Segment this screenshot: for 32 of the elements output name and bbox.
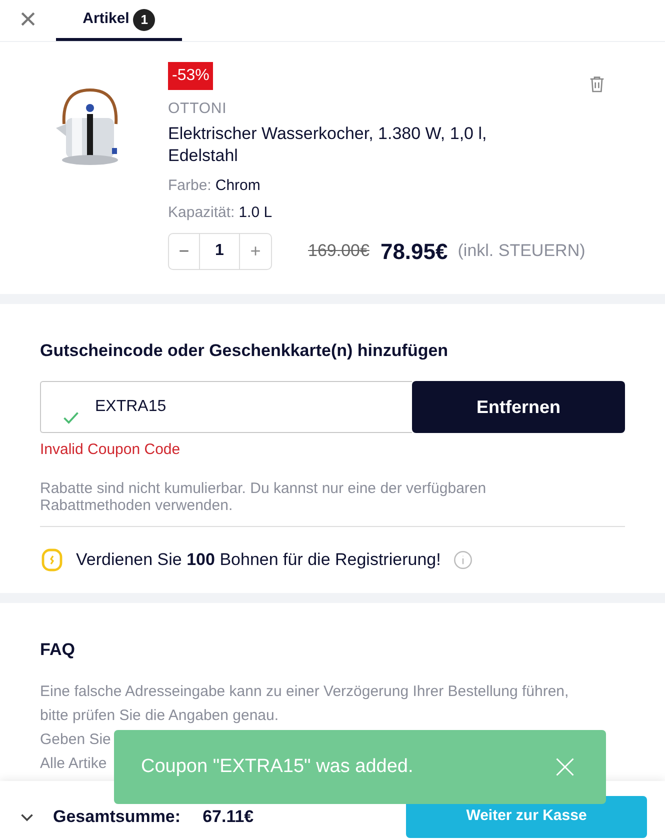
total-amount: 67.11€ <box>202 806 254 828</box>
old-price: 169.00€ <box>308 240 370 262</box>
quantity-field[interactable]: 1 <box>200 234 240 268</box>
faq-text: Alle Artike <box>40 754 107 774</box>
quantity-stepper[interactable]: − 1 + <box>168 232 272 270</box>
close-icon[interactable] <box>554 756 576 778</box>
info-icon[interactable] <box>452 550 473 570</box>
reward-text: Verdienen Sie 100 Bohnen für die Registrierung! <box>76 548 441 571</box>
attribute-value: 1.0 L <box>238 203 272 223</box>
error-message: Invalid Coupon Code <box>40 440 182 460</box>
attribute-label: Farbe: <box>168 176 212 196</box>
tax-note: (inkl. STEUERN) <box>458 240 586 262</box>
discount-note: Rabatte sind nicht kumulierbar. Du kannst nur eine der verfügbaren Rabattmethoden verwenden. <box>40 480 488 514</box>
attribute-label: Kapazität: <box>168 203 235 223</box>
count-badge: 1 <box>133 8 156 30</box>
remove-button[interactable]: Entfernen <box>412 381 625 433</box>
price: 78.95€ <box>380 238 448 266</box>
discount-badge: -53% <box>168 62 214 90</box>
faq-text: Eine falsche Adresseingabe kann zu einer Verzögerung Ihrer Bestellung führen, bitte prüfen Sie die Angaben genau. <box>40 682 570 726</box>
product-title[interactable]: Elektrischer Wasserkocher, 1.380 W, 1,0 l, Edelstahl <box>168 122 615 166</box>
decrement-button[interactable]: − <box>169 234 200 268</box>
total-label: Gesamtsumme: <box>53 806 181 828</box>
coupon-field[interactable]: EXTRA15 <box>40 381 412 433</box>
increment-button[interactable]: + <box>240 234 271 268</box>
toast-message: Coupon "EXTRA15" was added. <box>141 754 414 779</box>
brand-name: OTTONI <box>168 99 228 119</box>
faq-text: Geben Sie <box>40 730 111 750</box>
coin-icon <box>40 546 64 572</box>
coupon-heading: Gutscheincode oder Geschenkkarte(n) hinzufügen <box>40 340 450 362</box>
close-button[interactable]: × <box>0 0 56 41</box>
attribute-value: Chrom <box>215 176 260 196</box>
faq-heading: FAQ <box>40 638 76 660</box>
